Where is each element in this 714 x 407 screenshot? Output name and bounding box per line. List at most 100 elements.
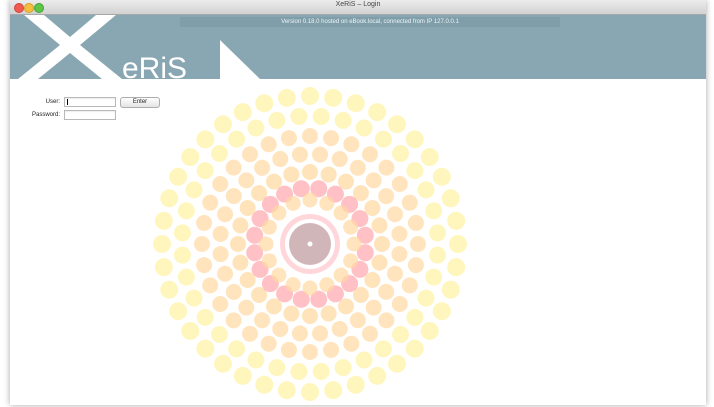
decorative-dot [214,354,233,373]
decorative-dot [232,217,249,234]
decorative-dot [212,296,229,313]
decorative-dot [441,189,460,208]
decorative-dot [285,195,301,211]
decorative-dot [320,166,337,183]
decorative-dot [247,119,265,137]
decorative-dot [173,246,191,264]
decorative-dot [177,268,195,286]
center-dot [307,241,313,247]
decorative-dot [432,167,451,186]
decorative-dot [283,305,300,322]
decorative-dot [181,321,200,340]
decorative-dot [420,148,439,167]
decorative-dot [238,172,255,189]
decorative-dot [283,166,300,183]
decorative-dot [173,224,191,242]
decorative-dot [272,151,289,168]
decorative-dot [349,159,366,176]
decorative-dot [228,340,246,358]
decorative-dot [312,363,330,381]
decorative-dot [368,103,387,122]
decorative-dot [447,211,466,230]
decorative-dot [312,107,330,125]
decorative-dot [319,195,335,211]
decorative-dot [225,159,242,176]
decorative-dot [241,146,258,163]
decorative-dot [417,181,435,199]
password-input[interactable] [64,110,116,120]
decorative-dot [301,383,319,401]
decorative-dot [225,312,242,329]
decorative-dot [302,280,318,296]
decorative-dot [391,225,408,242]
decorative-dot [349,312,366,329]
decorative-dot [233,103,252,122]
decorative-dot [154,258,173,277]
decorative-dot [331,151,348,168]
decorative-dot [225,283,242,300]
decorative-dot [378,312,395,329]
decorative-dot [302,308,318,324]
app-window: XeRiS – Login eRiS Version 0.18.0 hosted… [10,0,706,405]
decorative-dot [154,211,173,230]
decorative-dot [290,363,308,381]
logo-text: eRiS [122,52,187,79]
decorative-dot [217,265,234,282]
user-input[interactable] [64,97,116,107]
text-caret [67,99,68,105]
decorative-dot [258,236,274,252]
decorative-dot [346,94,365,113]
decorative-dot [368,366,387,385]
decorative-dot [355,351,373,369]
decorative-dot [407,214,424,231]
decorative-dot [271,205,287,221]
decorative-dot [387,115,406,134]
decorative-dot [260,335,277,352]
decorative-dot [255,94,274,113]
decorative-dot [312,146,329,163]
decorative-dot [202,194,219,211]
decorative-dot [285,277,301,293]
decorative-dot [343,335,360,352]
decorative-dot [225,188,242,205]
decorative-dot [272,320,289,337]
decorative-dot [160,280,179,299]
decorative-dot [407,257,424,274]
decorative-dot [196,339,215,358]
decorative-dot [169,302,188,321]
title-bar: XeRiS – Login [10,0,706,15]
decorative-dot [432,302,451,321]
decorative-dot [331,320,348,337]
decorative-dot [228,130,246,148]
decorative-dot [406,308,424,326]
decorative-dot [447,258,466,277]
password-label: Password: [31,112,60,118]
decorative-dot [291,325,308,342]
decorative-dot [169,167,188,186]
decorative-dot [196,308,214,326]
decorative-dot [378,188,395,205]
decorative-dot [429,224,447,242]
decorative-dot [391,246,408,263]
decorative-dot [425,268,443,286]
decorative-dot [425,202,443,220]
decorative-dot [210,144,228,162]
decorative-dot [343,219,359,235]
decorative-dot [343,136,360,153]
decorative-dot [374,236,390,252]
decorative-dot [374,340,392,358]
decorative-dot [333,205,349,221]
decorative-dot [386,265,403,282]
decorative-dot [196,214,213,231]
logo-triangle-shape [220,40,260,79]
decorative-dot [268,359,286,377]
decorative-dot [177,202,195,220]
decorative-dot [371,254,388,271]
decorative-dot [355,119,373,137]
decorative-dot [260,136,277,153]
decorative-dot [362,325,379,342]
decorative-dot [301,87,319,105]
decorative-dot [280,130,297,147]
decorative-dot [429,246,447,264]
decorative-dot [196,130,215,149]
